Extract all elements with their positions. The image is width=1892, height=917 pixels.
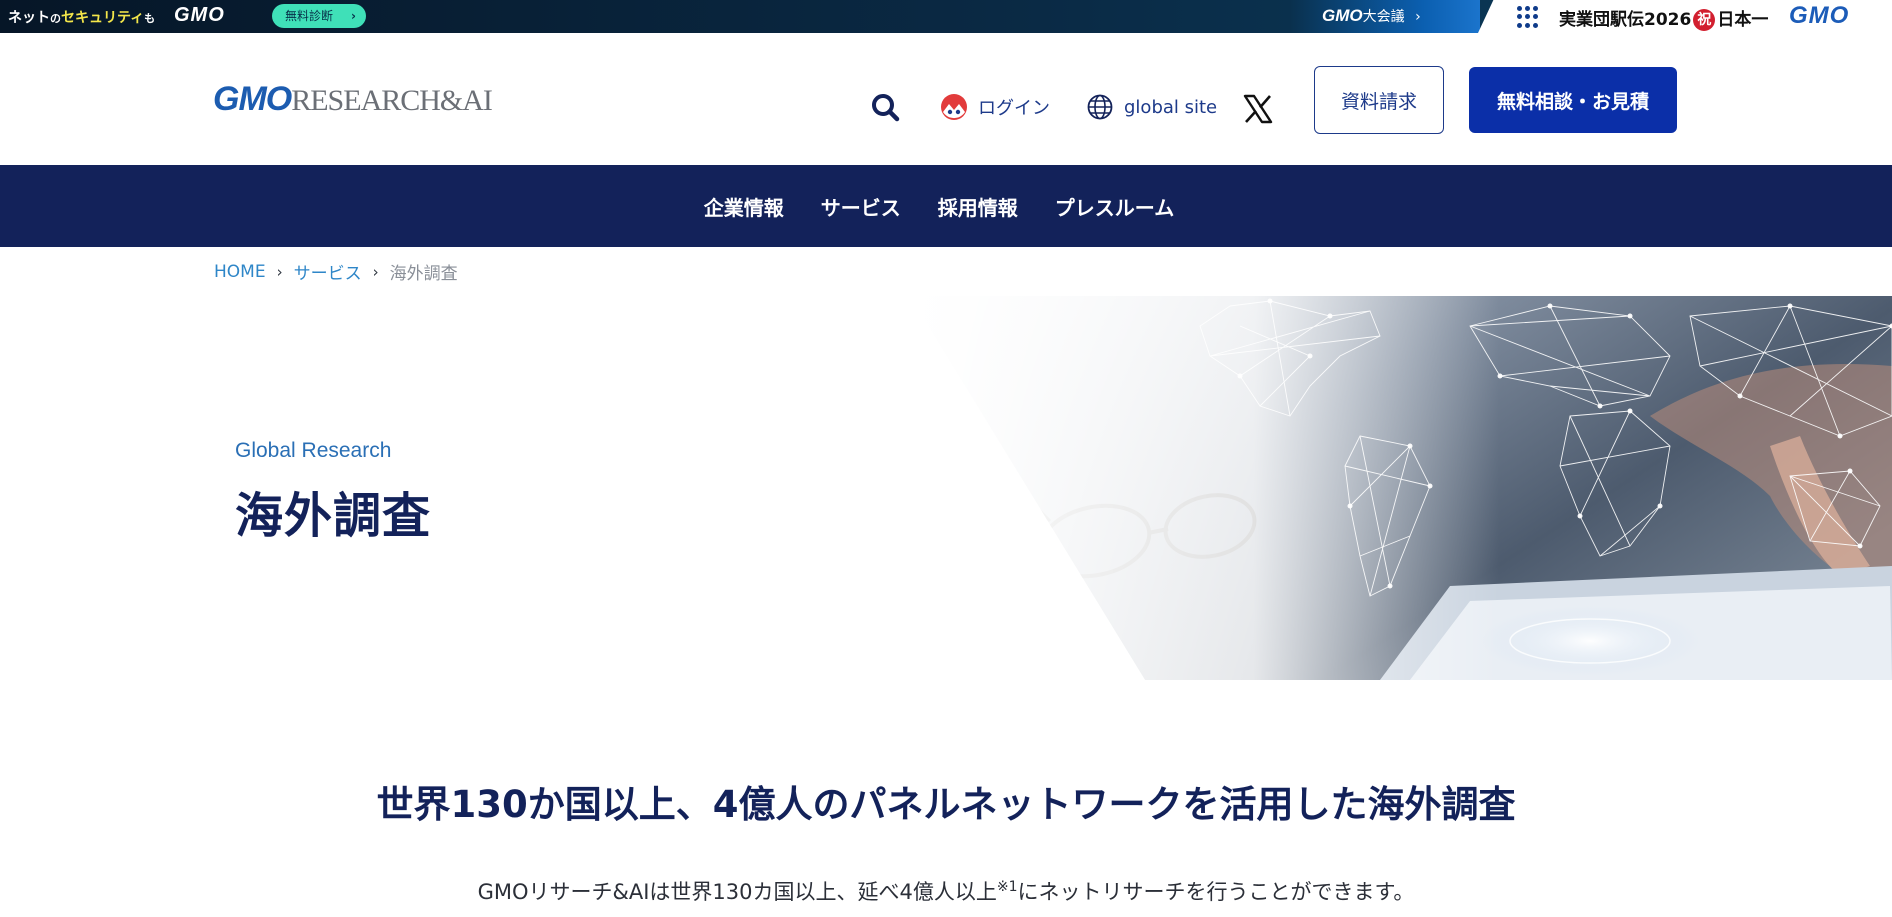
banner-security-text: セキュリティ [61,10,145,26]
intro-text-main: GMOリサーチ&AIは世界130カ国以上、延べ4億人以上 [477,880,997,904]
conference-gmo-logo: GMO [1322,6,1363,25]
security-campaign-link[interactable]: ネットのセキュリティも [8,7,155,27]
login-link[interactable]: ログイン [940,92,1050,122]
intro-text-rest: にネットリサーチを行うことができます。 [1017,880,1415,904]
gmo-logo[interactable]: GMO [174,4,225,27]
globe-icon [1087,94,1113,120]
celebration-badge-icon: 祝 [1693,9,1716,31]
nav-item-recruit[interactable]: 採用情報 [938,192,1018,221]
ekiden-link[interactable]: 実業団駅伝2026 祝日本一 [1559,5,1768,31]
nav-item-services[interactable]: サービス [821,192,901,221]
global-site-link[interactable]: global site [1086,92,1217,122]
breadcrumb-home[interactable]: HOME [214,262,266,282]
banner-no-text: の [50,12,61,25]
gmo-logo-right[interactable]: GMO [1789,2,1849,30]
ekiden-suffix: 日本一 [1717,10,1769,30]
section-intro-text: GMOリサーチ&AIは世界130カ国以上、延べ4億人以上※1にネットリサーチを行… [0,876,1892,906]
hero-image [910,296,1892,680]
free-diagnosis-button[interactable]: 無料診断 › [272,4,366,28]
page-title: 海外調査 [235,488,432,544]
hero-eyebrow: Global Research [235,439,392,462]
banner-net-text: ネット [8,10,50,26]
site-logo[interactable]: GMORESEARCH&AI [213,80,493,119]
conference-label: 大会議 [1362,9,1405,25]
logo-gmo: GMO [213,80,292,118]
nav-item-pressroom[interactable]: プレスルーム [1055,192,1174,221]
breadcrumb-services[interactable]: サービス [294,259,362,284]
global-site-label: global site [1124,96,1218,118]
chevron-right-icon: › [351,9,356,23]
apps-grid-icon[interactable] [1517,6,1539,28]
chevron-right-icon: › [276,262,283,281]
gmo-group-banner: ネットのセキュリティも GMO 無料診断 › GMO大会議 › 実業団駅伝202… [0,0,1892,33]
search-icon[interactable] [870,92,902,124]
logo-research-ai: RESEARCH&AI [291,84,493,117]
free-diagnosis-label: 無料診断 [285,9,334,23]
gmo-conference-link[interactable]: GMO大会議 › [1322,6,1421,26]
breadcrumb: HOME › サービス › 海外調査 [214,259,458,285]
breadcrumb-current: 海外調査 [389,264,458,284]
x-logo-icon[interactable] [1242,93,1274,125]
main-navigation: 企業情報 サービス 採用情報 プレスルーム [0,165,1892,247]
chevron-right-icon: › [372,262,379,281]
login-avatar-icon [941,94,967,120]
section-heading: 世界130か国以上、4億人のパネルネットワークを活用した海外調査 [376,783,1516,826]
free-consultation-button[interactable]: 無料相談・お見積 [1469,67,1677,133]
footnote-marker: ※1 [996,879,1018,895]
document-request-button[interactable]: 資料請求 [1314,66,1444,134]
chevron-right-icon: › [1415,9,1421,25]
ekiden-title: 実業団駅伝2026 [1559,10,1692,30]
login-label: ログイン [978,98,1050,119]
banner-mo-text: も [144,12,156,25]
nav-item-company[interactable]: 企業情報 [704,192,784,221]
